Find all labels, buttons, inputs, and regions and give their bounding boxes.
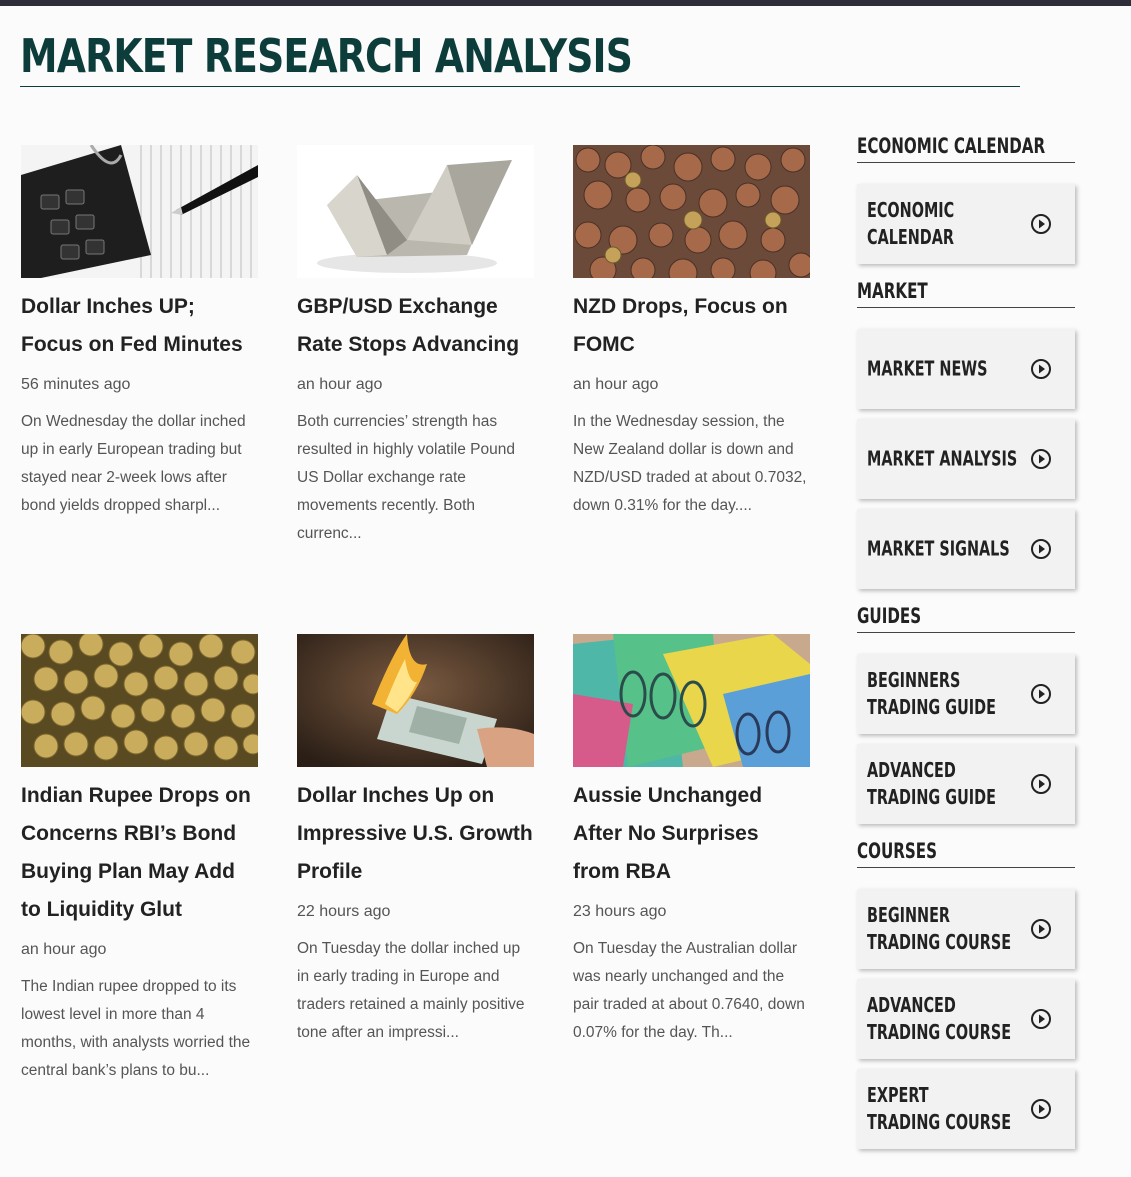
australian-notes-image[interactable] — [573, 634, 810, 767]
title-divider — [20, 86, 1020, 87]
button-label: ECONOMIC CALENDAR — [867, 198, 955, 249]
article-excerpt: In the Wednesday session, the New Zealan… — [573, 413, 807, 514]
article-card[interactable]: Indian Rupee Drops on Concerns RBI’s Bon… — [21, 634, 259, 1085]
article-card[interactable]: Aussie Unchanged After No Surprises from… — [573, 634, 811, 1047]
sidebar-heading-courses: COURSES — [857, 838, 1075, 868]
button-label: ADVANCED TRADING GUIDE — [867, 758, 996, 809]
button-label: MARKET SIGNALS — [867, 536, 1010, 561]
article-excerpt: The Indian rupee dropped to its lowest l… — [21, 978, 251, 1079]
button-label: BEGINNERS TRADING GUIDE — [867, 668, 996, 719]
copper-coins-image[interactable] — [573, 145, 810, 278]
button-label: EXPERT TRADING COURSE — [867, 1083, 1012, 1134]
burning-dollar-image[interactable] — [297, 634, 534, 767]
article-title[interactable]: Dollar Inches Up on Impressive U.S. Grow… — [297, 777, 535, 891]
beginner-trading-course-button[interactable]: BEGINNER TRADING COURSE — [857, 889, 1075, 969]
article-card[interactable]: Dollar Inches Up on Impressive U.S. Grow… — [297, 634, 535, 1047]
advanced-trading-guide-button[interactable]: ADVANCED TRADING GUIDE — [857, 744, 1075, 824]
article-card[interactable]: Dollar Inches UP; Focus on Fed Minutes 5… — [21, 145, 259, 520]
market-signals-button[interactable]: MARKET SIGNALS — [857, 509, 1075, 589]
sidebar-heading-guides: GUIDES — [857, 603, 1075, 633]
button-label: MARKET ANALYSIS — [867, 446, 1018, 471]
article-title[interactable]: Aussie Unchanged After No Surprises from… — [573, 777, 811, 891]
play-circle-icon — [1031, 539, 1051, 559]
play-circle-icon — [1031, 774, 1051, 794]
button-label: BEGINNER TRADING COURSE — [867, 903, 1012, 954]
article-time: 23 hours ago — [573, 903, 667, 920]
sidebar-heading-market: MARKET — [857, 278, 1075, 308]
beginners-trading-guide-button[interactable]: BEGINNERS TRADING GUIDE — [857, 654, 1075, 734]
play-circle-icon — [1031, 214, 1051, 234]
economic-calendar-button[interactable]: ECONOMIC CALENDAR — [857, 184, 1075, 264]
article-time: an hour ago — [297, 376, 383, 393]
article-title[interactable]: NZD Drops, Focus on FOMC — [573, 288, 811, 364]
button-label: MARKET NEWS — [867, 356, 988, 381]
calculator-pen-image[interactable] — [21, 145, 258, 278]
play-circle-icon — [1031, 684, 1051, 704]
play-circle-icon — [1031, 359, 1051, 379]
gold-coins-image[interactable] — [21, 634, 258, 767]
sidebar-heading-economic-calendar: ECONOMIC CALENDAR — [857, 133, 1075, 163]
article-title[interactable]: Indian Rupee Drops on Concerns RBI’s Bon… — [21, 777, 259, 929]
play-circle-icon — [1031, 1009, 1051, 1029]
market-analysis-button[interactable]: MARKET ANALYSIS — [857, 419, 1075, 499]
article-excerpt: On Wednesday the dollar inched up in ear… — [21, 413, 246, 514]
article-time: 22 hours ago — [297, 903, 391, 920]
dollar-boat-image[interactable] — [297, 145, 534, 278]
article-time: 56 minutes ago — [21, 376, 131, 393]
article-title[interactable]: GBP/USD Exchange Rate Stops Advancing — [297, 288, 535, 364]
play-circle-icon — [1031, 1099, 1051, 1119]
article-excerpt: On Tuesday the Australian dollar was nea… — [573, 940, 805, 1041]
advanced-trading-course-button[interactable]: ADVANCED TRADING COURSE — [857, 979, 1075, 1059]
article-excerpt: Both currencies’ strength has resulted i… — [297, 413, 515, 542]
button-label: ADVANCED TRADING COURSE — [867, 993, 1012, 1044]
article-time: an hour ago — [573, 376, 659, 393]
article-excerpt: On Tuesday the dollar inched up in early… — [297, 940, 525, 1041]
play-circle-icon — [1031, 919, 1051, 939]
expert-trading-course-button[interactable]: EXPERT TRADING COURSE — [857, 1069, 1075, 1149]
play-circle-icon — [1031, 449, 1051, 469]
top-bar — [0, 0, 1131, 6]
article-card[interactable]: NZD Drops, Focus on FOMC an hour ago In … — [573, 145, 811, 520]
article-card[interactable]: GBP/USD Exchange Rate Stops Advancing an… — [297, 145, 535, 548]
article-title[interactable]: Dollar Inches UP; Focus on Fed Minutes — [21, 288, 259, 364]
page-title: MARKET RESEARCH ANALYSIS — [20, 29, 633, 83]
market-news-button[interactable]: MARKET NEWS — [857, 329, 1075, 409]
article-time: an hour ago — [21, 941, 107, 958]
